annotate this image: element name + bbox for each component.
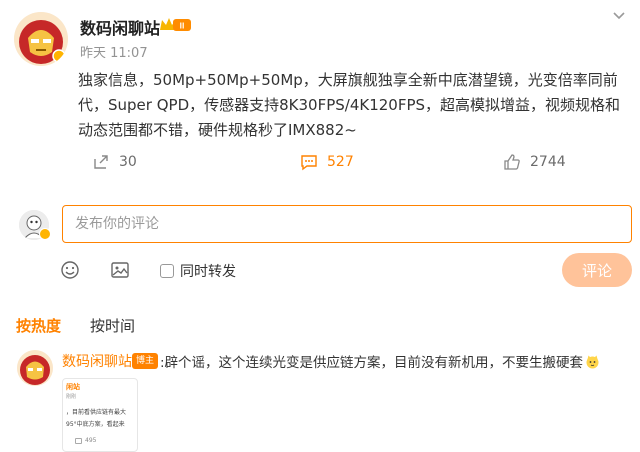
comment-icon	[301, 155, 317, 171]
also-repost-label: 同时转发	[180, 264, 236, 280]
tab-sort-by-time[interactable]: 按时间	[90, 315, 135, 336]
image-text-line: 闲站	[66, 383, 80, 391]
post-author-avatar[interactable]	[14, 12, 68, 66]
comment-button[interactable]: 527	[300, 152, 354, 172]
repost-icon	[94, 155, 108, 169]
author-badge: 博主	[132, 353, 159, 369]
tab-sort-by-hot[interactable]: 按热度	[16, 315, 61, 336]
submit-comment-button[interactable]: 评论	[562, 253, 632, 287]
like-count: 2744	[530, 154, 566, 170]
comment-author-name[interactable]: 数码闲聊站	[62, 351, 132, 371]
image-text-line: 95°中底方案，看起来	[66, 421, 125, 428]
emoji-icon[interactable]	[60, 260, 80, 280]
comment-input[interactable]	[62, 205, 632, 243]
image-comment-icon	[75, 438, 82, 444]
post-author-name[interactable]: 数码闲聊站	[80, 15, 160, 39]
image-icon[interactable]	[110, 260, 130, 280]
post-time[interactable]: 昨天 11:07	[80, 42, 148, 61]
repost-button[interactable]: 30	[92, 152, 137, 172]
comment-count: 527	[327, 154, 354, 170]
like-button[interactable]: 2744	[503, 152, 566, 172]
checkbox-box[interactable]	[160, 264, 174, 278]
more-icon[interactable]	[608, 8, 630, 22]
image-text-line: 刚刚	[66, 394, 77, 400]
repost-count: 30	[119, 154, 137, 170]
image-text-line: ，目前看供应链有最大	[66, 409, 127, 416]
comment-text: :辟个谣，这个连续光变是供应链方案，目前没有新机用，不要生搬硬套	[160, 351, 600, 371]
comment-text-content: :辟个谣，这个连续光变是供应链方案，目前没有新机用，不要生搬硬套	[160, 355, 584, 371]
comment-image-thumbnail[interactable]: 闲站 刚刚 ，目前看供应链有最大 95°中底方案，看起来 495	[62, 378, 138, 452]
also-repost-checkbox[interactable]: 同时转发	[160, 261, 236, 281]
comment-author-avatar[interactable]	[17, 350, 53, 386]
image-text-line: 495	[85, 437, 97, 444]
post-body-text: 独家信息，50Mp+50Mp+50Mp，大屏旗舰独享全新中底潜望镜，光变倍率同前…	[78, 71, 621, 139]
vip-badge-icon	[39, 228, 51, 240]
cat-emoji-icon	[585, 354, 600, 369]
crown-level: Ⅲ	[179, 22, 185, 31]
like-icon	[504, 154, 520, 170]
crown-badge-icon[interactable]: Ⅲ	[157, 15, 193, 35]
